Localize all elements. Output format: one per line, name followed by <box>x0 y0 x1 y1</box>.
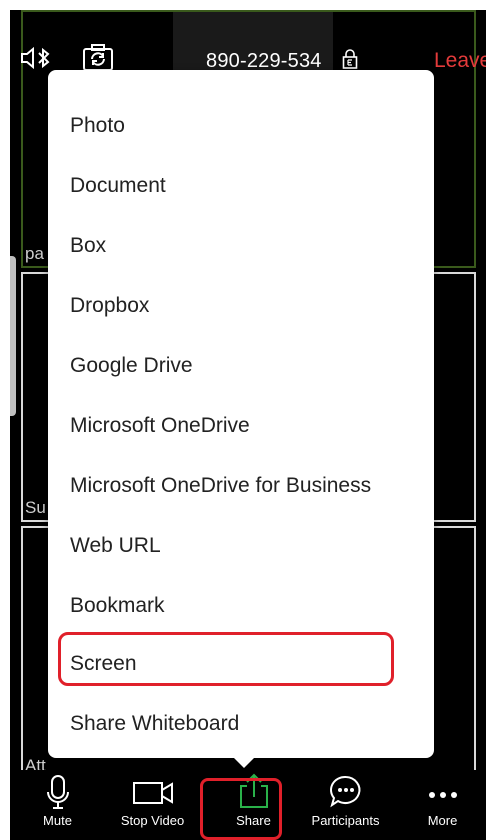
screen-option-highlight <box>58 632 394 686</box>
stop-video-button[interactable]: Stop Video <box>105 770 200 830</box>
side-drawer-handle[interactable] <box>10 256 16 416</box>
share-button-highlight <box>200 778 282 840</box>
menu-item-bookmark[interactable]: Bookmark <box>48 576 434 636</box>
menu-item-web-url[interactable]: Web URL <box>48 516 434 576</box>
video-camera-icon <box>132 780 174 811</box>
participants-label: Participants <box>311 813 380 828</box>
menu-item-photo[interactable]: Photo <box>48 96 434 156</box>
participant-name: pa <box>25 244 44 263</box>
participant-name: Su <box>25 498 46 517</box>
microphone-icon <box>46 774 69 815</box>
menu-item-dropbox[interactable]: Dropbox <box>48 276 434 336</box>
menu-item-document[interactable]: Document <box>48 156 434 216</box>
menu-item-microsoft-onedrive[interactable]: Microsoft OneDrive <box>48 396 434 456</box>
menu-pointer-arrow <box>232 756 256 768</box>
bluetooth-audio-icon[interactable] <box>20 46 54 75</box>
participants-button[interactable]: Participants <box>298 770 393 830</box>
menu-item-google-drive[interactable]: Google Drive <box>48 336 434 396</box>
chat-bubble-icon <box>329 774 363 813</box>
more-label: More <box>427 813 458 828</box>
mute-button[interactable]: Mute <box>10 770 105 830</box>
stop-video-label: Stop Video <box>120 813 185 828</box>
leave-button[interactable]: Leave <box>434 49 486 73</box>
menu-item-onedrive-for-business[interactable]: Microsoft OneDrive for Business <box>48 456 434 516</box>
more-dots-icon <box>428 786 458 804</box>
menu-item-share-whiteboard[interactable]: Share Whiteboard <box>48 694 434 754</box>
menu-item-box[interactable]: Box <box>48 216 434 276</box>
mute-label: Mute <box>43 813 72 828</box>
more-button[interactable]: More <box>395 770 486 830</box>
